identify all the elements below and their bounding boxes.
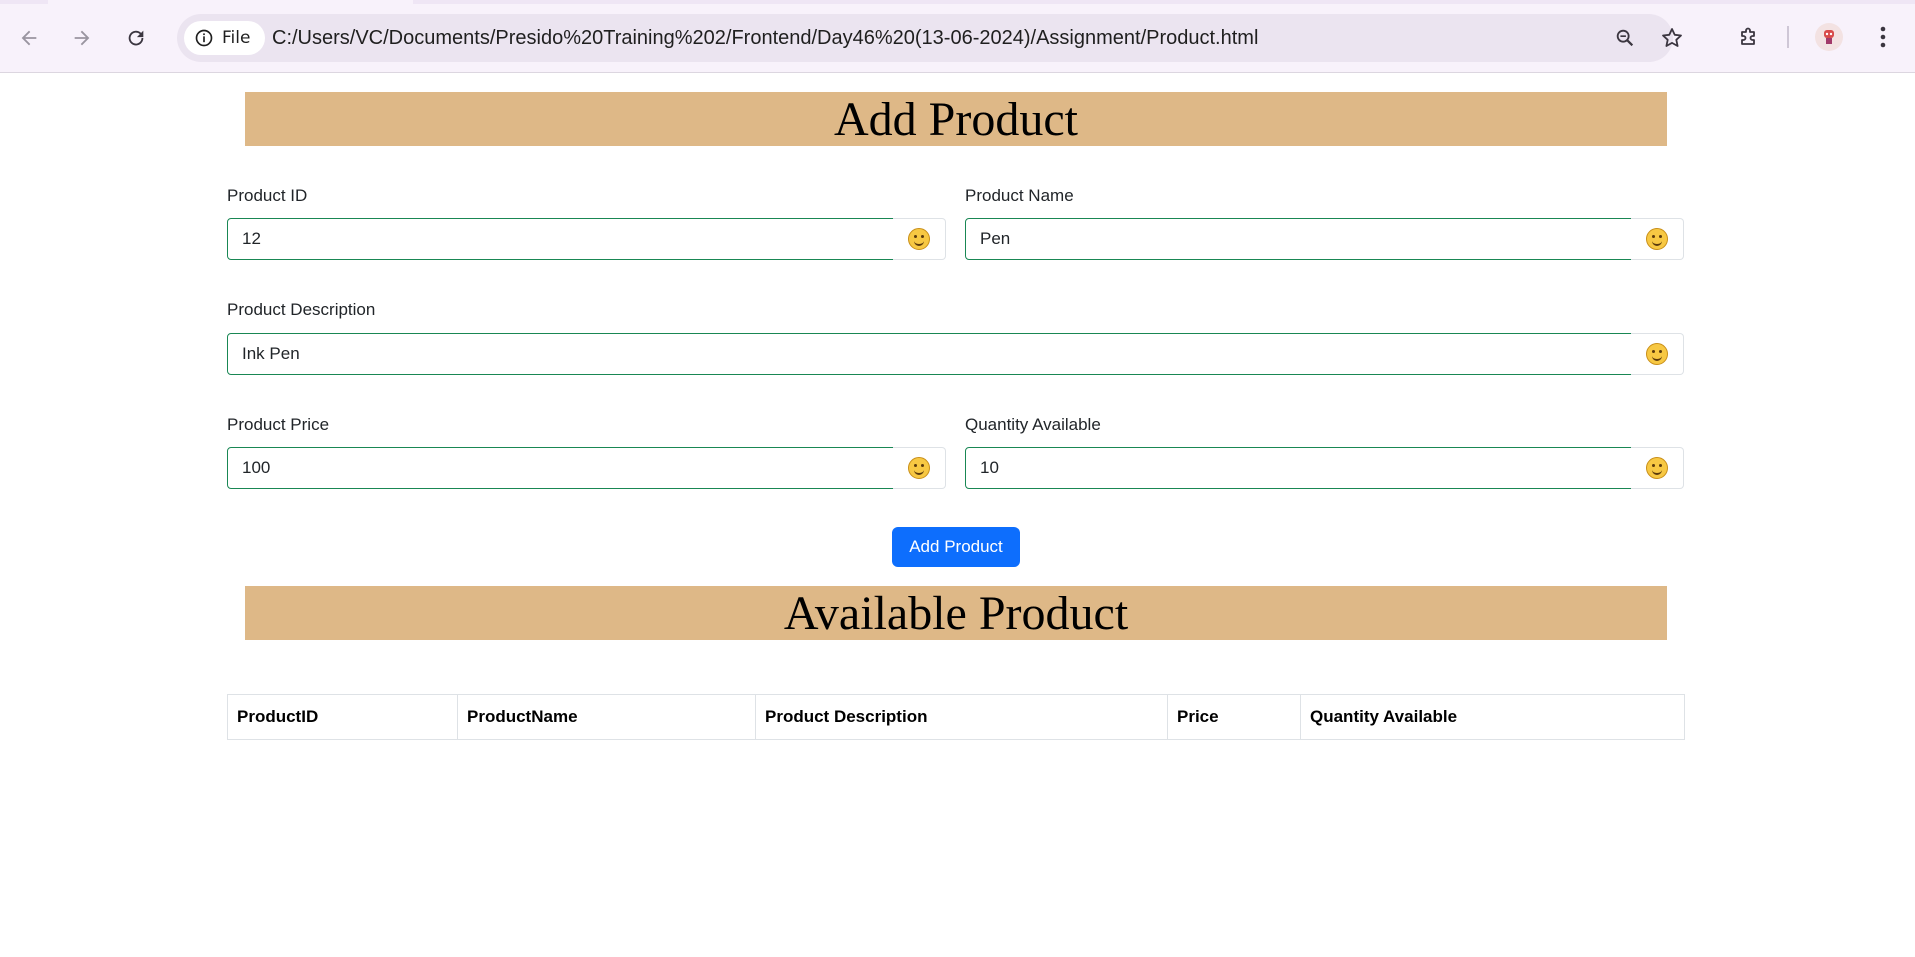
- column-header-product-id[interactable]: ProductID: [227, 694, 458, 740]
- smiley-icon: [1646, 343, 1668, 365]
- site-info-chip[interactable]: File: [184, 21, 265, 55]
- quantity-available-label: Quantity Available: [965, 415, 1101, 434]
- bookmark-star-icon[interactable]: [1658, 24, 1686, 52]
- tab-strip: [0, 0, 1915, 4]
- quantity-available-input[interactable]: [965, 447, 1632, 489]
- url-text[interactable]: C:/Users/VC/Documents/Presido%20Training…: [272, 27, 1258, 50]
- add-product-heading: Add Product: [245, 92, 1667, 146]
- product-name-status: [1631, 218, 1684, 260]
- available-product-heading: Available Product: [245, 586, 1667, 640]
- table-header-row: ProductID ProductName Product Descriptio…: [227, 694, 1685, 740]
- product-description-input[interactable]: [227, 333, 1632, 375]
- address-bar[interactable]: File C:/Users/VC/Documents/Presido%20Tra…: [177, 14, 1682, 62]
- product-description-label: Product Description: [227, 300, 376, 319]
- info-icon: [195, 29, 213, 47]
- smiley-icon: [1646, 457, 1668, 479]
- product-description-status: [1631, 333, 1684, 375]
- site-chip-label: File: [222, 28, 251, 48]
- add-product-button[interactable]: Add Product: [892, 527, 1020, 567]
- extensions-puzzle-icon[interactable]: [1732, 20, 1766, 54]
- smiley-icon: [908, 457, 930, 479]
- profile-avatar[interactable]: [1815, 23, 1843, 51]
- column-header-product-name[interactable]: ProductName: [457, 694, 756, 740]
- product-name-label: Product Name: [965, 186, 1074, 205]
- quantity-available-status: [1631, 447, 1684, 489]
- forward-icon[interactable]: [66, 22, 98, 54]
- zoom-icon[interactable]: [1611, 24, 1639, 52]
- kebab-menu-icon[interactable]: [1866, 20, 1900, 54]
- product-name-input[interactable]: [965, 218, 1632, 260]
- toolbar-separator: [1787, 26, 1789, 48]
- smiley-icon: [908, 228, 930, 250]
- product-price-label: Product Price: [227, 415, 330, 434]
- product-id-label: Product ID: [227, 186, 308, 205]
- back-icon[interactable]: [13, 22, 45, 54]
- products-table: ProductID ProductName Product Descriptio…: [227, 694, 1685, 740]
- reload-icon[interactable]: [120, 22, 152, 54]
- product-id-status: [893, 218, 946, 260]
- column-header-price[interactable]: Price: [1167, 694, 1301, 740]
- product-price-input[interactable]: [227, 447, 894, 489]
- browser-toolbar: File C:/Users/VC/Documents/Presido%20Tra…: [0, 0, 1915, 73]
- product-price-status: [893, 447, 946, 489]
- active-tab-hint: [48, 0, 413, 4]
- column-header-quantity-available[interactable]: Quantity Available: [1300, 694, 1685, 740]
- smiley-icon: [1646, 228, 1668, 250]
- column-header-product-description[interactable]: Product Description: [755, 694, 1168, 740]
- product-id-input[interactable]: [227, 218, 894, 260]
